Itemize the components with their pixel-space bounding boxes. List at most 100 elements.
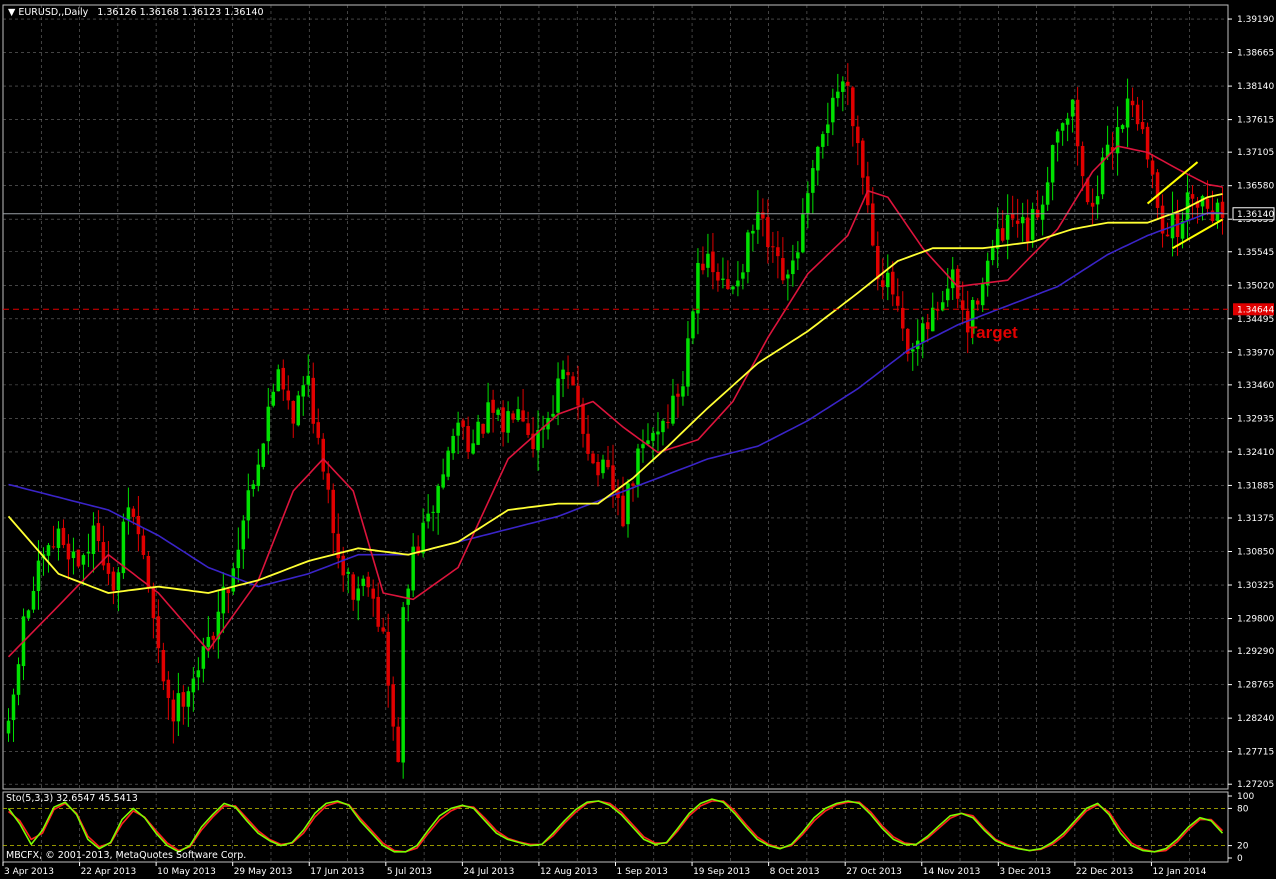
candle-body [501, 407, 505, 433]
time-tick-label: 8 Oct 2013 [770, 867, 820, 877]
candle-body [1190, 194, 1195, 199]
candle-body [901, 307, 905, 329]
candle-body [611, 465, 615, 490]
price-tick-label: 1.36580 [1237, 182, 1274, 192]
candle-body [871, 203, 875, 246]
candle-body [246, 490, 251, 521]
candle-body [471, 443, 475, 454]
candle-body [601, 459, 605, 474]
time-tick-label: 14 Nov 2013 [923, 867, 981, 877]
price-tick-label: 1.27205 [1237, 780, 1274, 790]
candle-body [1090, 202, 1095, 207]
candle-body [381, 627, 385, 632]
candle-body [1000, 228, 1005, 241]
candle-body [1155, 172, 1160, 208]
candle-body [126, 507, 131, 520]
time-tick-label: 5 Jul 2013 [387, 867, 432, 877]
candle-body [891, 271, 895, 295]
candle-body [711, 251, 715, 273]
candle-body [6, 720, 11, 734]
candle-body [441, 474, 445, 488]
time-tick-label: 19 Sep 2013 [693, 867, 750, 877]
price-tick-label: 1.32410 [1237, 448, 1274, 458]
candle-body [331, 489, 335, 534]
candle-body [306, 375, 311, 385]
candle-body [796, 252, 800, 259]
candle-body [266, 406, 271, 442]
candle-body [571, 376, 575, 386]
candle-body [920, 323, 925, 343]
candle-body [1165, 234, 1170, 237]
candle-body [811, 168, 815, 193]
candle-body [1140, 121, 1145, 130]
candle-body [576, 385, 580, 406]
candle-body [151, 587, 156, 619]
candle-body [1205, 198, 1210, 209]
candle-body [181, 692, 186, 707]
candle-body [1050, 145, 1055, 183]
candle-body [766, 217, 770, 248]
candle-body [521, 410, 525, 422]
candle-body [186, 691, 191, 707]
target-price-label: 1.34644 [1233, 303, 1274, 316]
candle-body [1025, 217, 1030, 242]
candle-body [106, 563, 111, 574]
stochastic-tick-label: 0 [1237, 854, 1243, 864]
candle-body [736, 280, 740, 287]
candle-body [985, 260, 990, 286]
symbol-label: EURUSD,,Daily [18, 7, 88, 18]
candle-body [621, 495, 625, 527]
candle-body [1060, 123, 1065, 131]
candle-body [980, 283, 985, 306]
candle-body [666, 421, 670, 423]
candle-body [1220, 201, 1225, 218]
candle-body [806, 193, 810, 214]
current-price-label: 1.36140 [1232, 207, 1275, 221]
candle-body [316, 422, 320, 438]
price-tick-label: 1.38665 [1237, 49, 1274, 59]
candle-body [491, 399, 495, 413]
candle-body [446, 450, 450, 477]
candle-body [116, 572, 121, 590]
candle-body [1075, 99, 1080, 147]
candle-body [886, 272, 890, 288]
ohlc-values: 1.36126 1.36168 1.36123 1.36140 [97, 7, 263, 18]
candle-body [975, 300, 980, 305]
candle-body [1145, 126, 1150, 160]
candle-body [111, 571, 116, 591]
candle-body [436, 486, 440, 513]
candle-body [461, 420, 465, 427]
candle-body [1130, 100, 1135, 106]
candle-body [256, 464, 261, 487]
candle-body [326, 473, 330, 490]
candle-body [456, 422, 460, 436]
trading-chart[interactable]: Target ▼ EURUSD,,Daily 1.36126 1.36168 1… [0, 0, 1276, 879]
candle-body [466, 426, 470, 452]
candle-body [386, 631, 390, 686]
price-tick-label: 1.29800 [1237, 615, 1274, 625]
candle-body [821, 134, 825, 147]
candle-body [741, 272, 745, 279]
candle-body [606, 459, 610, 468]
collapse-triangle-icon[interactable]: ▼ [8, 7, 18, 18]
candle-body [401, 607, 405, 763]
price-tick-label: 1.35020 [1237, 281, 1274, 291]
candle-body [1020, 216, 1025, 224]
candle-body [231, 568, 236, 592]
candle-body [681, 386, 685, 397]
target-annotation[interactable]: Target [967, 323, 1018, 342]
price-tick-label: 1.29290 [1237, 647, 1274, 657]
candle-body [156, 616, 161, 649]
candle-body [241, 520, 246, 550]
candle-body [656, 431, 660, 435]
candle-body [556, 378, 560, 413]
candle-body [841, 81, 845, 92]
candle-body [935, 309, 940, 311]
candle-body [696, 262, 700, 314]
candle-body [486, 402, 490, 433]
candle-body [861, 140, 865, 178]
candle-body [346, 571, 350, 574]
candle-body [31, 591, 36, 610]
candle-body [71, 551, 76, 559]
stochastic-tick-label: 20 [1237, 842, 1249, 852]
